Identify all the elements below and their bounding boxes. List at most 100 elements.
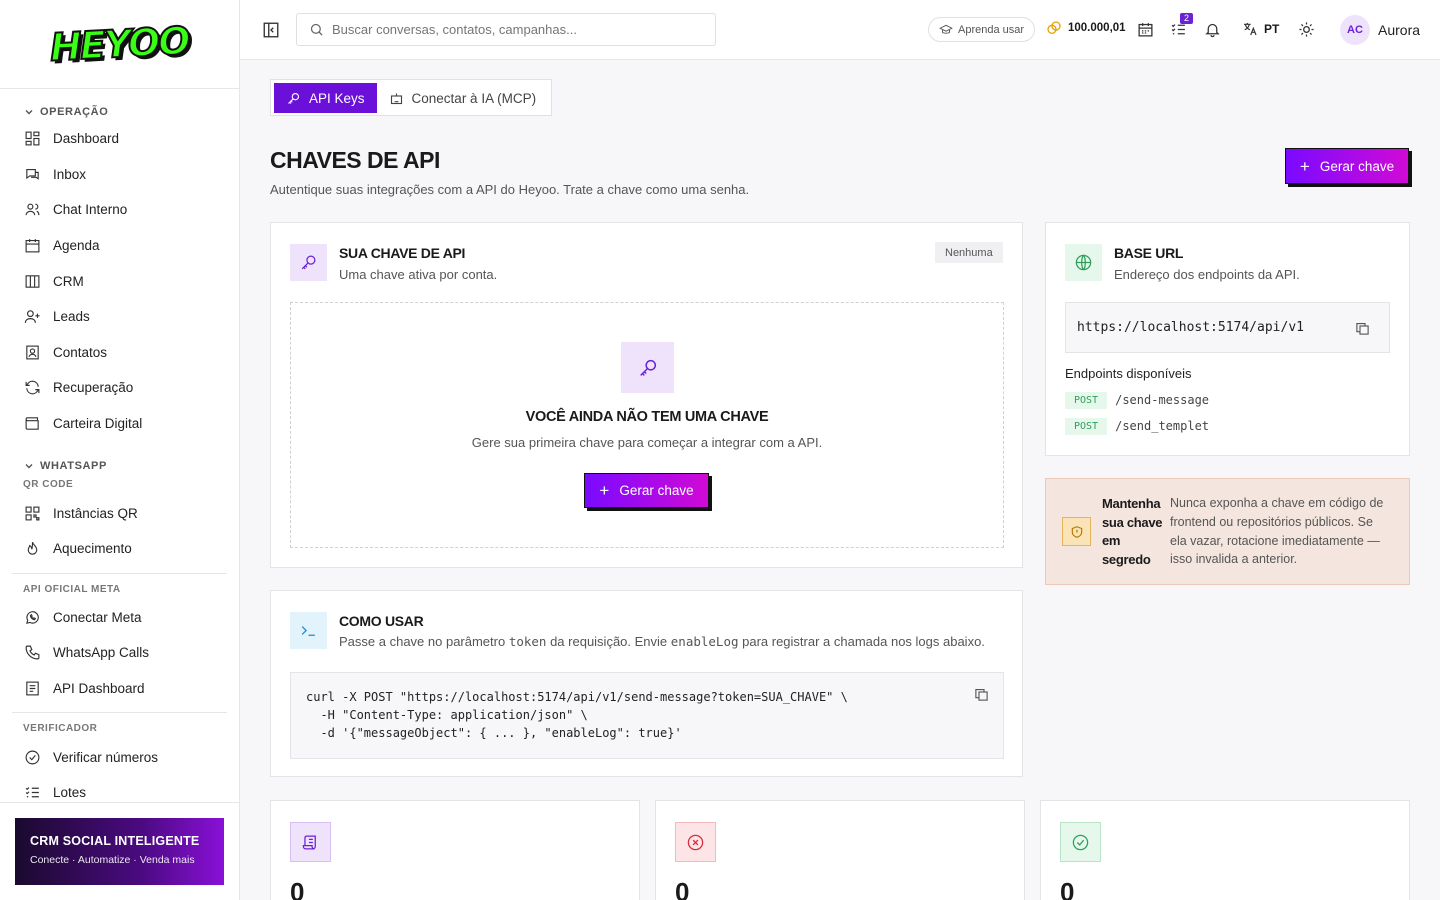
method-badge: POST [1065, 391, 1108, 409]
sidebar-item-chat-interno[interactable]: Chat Interno [0, 192, 239, 228]
plus-icon: + [599, 481, 610, 500]
section-whatsapp[interactable]: WHATSAPP [0, 449, 239, 475]
card-icon-wrap [290, 822, 331, 862]
card-title: BASE URL [1114, 245, 1184, 261]
learn-button[interactable]: Aprenda usar [928, 17, 1036, 42]
card-icon-wrap [1065, 244, 1102, 281]
warning-icon-wrap [1062, 517, 1091, 546]
sidebar-item-label: Lotes [53, 785, 87, 801]
sidebar-item-carteira-digital[interactable]: Carteira Digital [0, 406, 239, 442]
stat-value: 0 [1060, 877, 1075, 900]
sidebar-toggle-icon[interactable] [262, 21, 280, 39]
sidebar-item-contatos[interactable]: Contatos [0, 335, 239, 371]
user-plus-icon [24, 310, 40, 324]
x-circle-icon [687, 834, 704, 850]
sidebar-item-crm[interactable]: CRM [0, 263, 239, 299]
base-url-value: https://localhost:5174/api/v1 [1077, 320, 1304, 335]
check-circle-icon [25, 750, 40, 765]
base-url-box[interactable]: https://localhost:5174/api/v1 [1065, 302, 1390, 353]
copy-icon[interactable] [1355, 321, 1370, 336]
phone-icon [25, 645, 40, 660]
top-header: Aprenda usar 100.000,01 2 PT AC Aurora [240, 0, 1440, 60]
sidebar-nav: OPERAÇÃO Dashboard Inbox Chat Interno Ag… [0, 89, 239, 811]
inbox-icon [26, 168, 39, 180]
avatar[interactable]: AC [1340, 15, 1370, 45]
tasks-badge: 2 [1180, 13, 1194, 24]
card-icon-wrap [675, 822, 716, 862]
sun-icon[interactable] [1298, 21, 1315, 38]
endpoints-list: POST/send-message POST/send_templet [1065, 387, 1209, 439]
api-key-card: SUA CHAVE DE API Uma chave ativa por con… [270, 222, 1023, 568]
empty-title: VOCÊ AINDA NÃO TEM UMA CHAVE [525, 409, 769, 425]
promo-banner[interactable]: CRM SOCIAL INTELIGENTE Conecte · Automat… [15, 818, 224, 885]
search-input[interactable] [332, 22, 692, 37]
globe-icon [1075, 254, 1092, 271]
card-icon-wrap [1060, 822, 1101, 862]
stat-card-success: 0 [1040, 800, 1410, 900]
sidebar-item-api-dashboard[interactable]: API Dashboard [0, 671, 239, 707]
sidebar-item-verificar-numeros[interactable]: Verificar números [0, 739, 239, 775]
divider [0, 802, 240, 803]
status-badge: Nenhuma [935, 242, 1003, 263]
card-subtitle: Passe a chave no parâmetro token da requ… [339, 634, 985, 649]
endpoint-row: POST/send-message [1065, 387, 1209, 413]
sidebar-item-label: Carteira Digital [53, 416, 143, 432]
plus-icon: + [1299, 156, 1310, 176]
tab-api-keys[interactable]: API Keys [274, 83, 377, 113]
card-icon-wrap [290, 244, 327, 281]
generate-key-button[interactable]: + Gerar chave [1285, 148, 1409, 184]
credits-value: 100.000,01 [1068, 22, 1126, 34]
endpoint-row: POST/send_templet [1065, 413, 1209, 439]
stat-card-total: 0 [270, 800, 640, 900]
base-url-card: BASE URL Endereço dos endpoints da API. … [1045, 222, 1410, 456]
code-snippet[interactable]: curl -X POST "https://localhost:5174/api… [290, 672, 1004, 759]
usage-card: COMO USAR Passe a chave no parâmetro tok… [270, 590, 1023, 777]
card-icon-wrap [290, 612, 327, 649]
generate-key-button[interactable]: + Gerar chave [584, 473, 709, 508]
stat-value: 0 [290, 877, 305, 900]
sidebar-item-label: WhatsApp Calls [53, 645, 150, 661]
sidebar-item-instancias-qr[interactable]: Instâncias QR [0, 495, 239, 531]
section-operacao[interactable]: OPERAÇÃO [0, 95, 239, 121]
endpoint-path: /send_templet [1115, 419, 1210, 433]
key-icon [288, 92, 300, 104]
tab-label: API Keys [309, 90, 365, 106]
key-icon [639, 359, 656, 376]
sidebar-item-agenda[interactable]: Agenda [0, 228, 239, 264]
calendar-icon[interactable] [1137, 21, 1154, 38]
sidebar-item-lotes[interactable]: Lotes [0, 775, 239, 811]
tab-conectar-ia[interactable]: Conectar à IA (MCP) [377, 83, 549, 113]
page-subtitle: Autentique suas integrações com a API do… [270, 182, 750, 197]
sidebar-item-recuperacao[interactable]: Recuperação [0, 370, 239, 406]
sidebar-item-dashboard[interactable]: Dashboard [0, 121, 239, 157]
username[interactable]: Aurora [1378, 22, 1420, 38]
brand-logo[interactable]: HEYOO [48, 17, 191, 70]
search-bar [296, 13, 716, 46]
card-title: COMO USAR [339, 613, 424, 629]
wallet-icon [25, 417, 39, 430]
api-dashboard-icon [26, 681, 39, 696]
section-title: WHATSAPP [40, 460, 107, 473]
sidebar-item-inbox[interactable]: Inbox [0, 157, 239, 193]
button-label: Gerar chave [619, 483, 694, 498]
language-switch[interactable]: PT [1242, 21, 1279, 37]
learn-label: Aprenda usar [958, 23, 1025, 36]
sidebar-item-aquecimento[interactable]: Aquecimento [0, 531, 239, 567]
calendar-icon [25, 239, 40, 253]
credits-balance[interactable]: 100.000,01 [1046, 20, 1126, 36]
section-subtitle: API OFICIAL META [23, 583, 121, 595]
chevron-down-icon [25, 110, 33, 115]
sidebar-item-label: Leads [53, 309, 90, 325]
key-icon [301, 255, 316, 270]
sidebar-item-whatsapp-calls[interactable]: WhatsApp Calls [0, 635, 239, 671]
method-badge: POST [1065, 417, 1108, 435]
check-circle-icon [1072, 834, 1089, 850]
copy-icon[interactable] [974, 687, 989, 702]
sidebar-item-conectar-meta[interactable]: Conectar Meta [0, 600, 239, 636]
code-line: curl -X POST "https://localhost:5174/api… [306, 690, 848, 704]
bell-icon[interactable] [1204, 21, 1221, 38]
sidebar-item-leads[interactable]: Leads [0, 299, 239, 335]
refresh-icon [25, 381, 40, 395]
card-subtitle: Endereço dos endpoints da API. [1114, 267, 1300, 282]
security-warning: Mantenha sua chave em segredo Nunca expo… [1045, 478, 1410, 585]
